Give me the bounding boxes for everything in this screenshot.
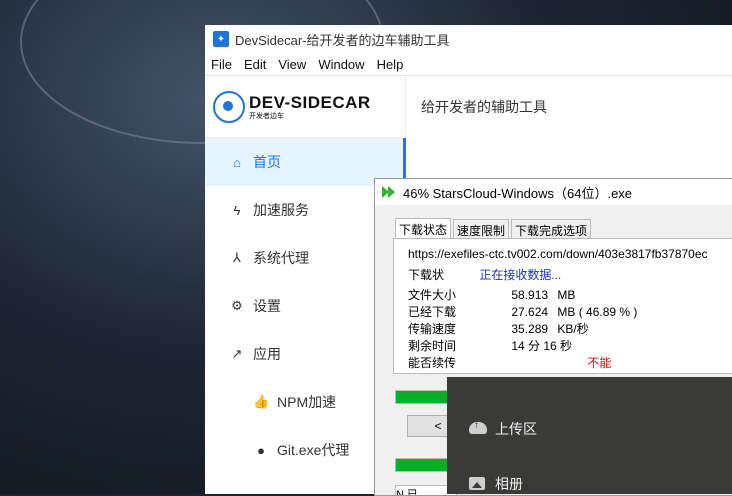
logo-subtitle: 开发者边车 <box>249 112 284 120</box>
sidebar-item-label: 设置 <box>253 298 281 314</box>
download-app-icon <box>381 184 397 200</box>
resume-label: 能否续传 <box>408 356 457 370</box>
rocket-icon: ↗ <box>231 346 243 361</box>
lightning-icon: ϟ <box>233 202 241 218</box>
app-icon: ✦ <box>213 31 229 47</box>
downloaded-label: 已经下载 <box>408 305 457 319</box>
file-size-row: 文件大小 58.913 MB <box>408 286 575 303</box>
downloaded-unit: MB ( 46.89 % ) <box>557 305 638 319</box>
download-title: 46% StarsCloud-Windows（64位）.exe <box>403 185 633 201</box>
status-label: 下载状 <box>408 268 445 282</box>
speed-value: 35.289 <box>511 322 549 336</box>
downloaded-value: 27.624 <box>511 305 549 319</box>
speed-label: 传输速度 <box>408 322 457 336</box>
file-size-unit: MB <box>557 288 576 302</box>
remaining-value: 14 分 16 秒 <box>511 339 573 353</box>
resume-row: 能否续传 不能 <box>408 354 611 371</box>
sidebar-item-label: 首页 <box>253 154 281 170</box>
upload-panel: 上传区 相册 <box>447 377 732 494</box>
menu-file[interactable]: File <box>211 57 232 72</box>
status-row: 下载状 正在接收数据... <box>408 266 561 283</box>
logo-icon <box>213 90 245 123</box>
file-size-label: 文件大小 <box>408 288 457 302</box>
remaining-label: 剩余时间 <box>408 339 457 353</box>
github-icon: ● <box>257 442 265 458</box>
menu-help[interactable]: Help <box>377 57 404 72</box>
network-icon: ⅄ <box>233 250 241 265</box>
speed-row: 传输速度 35.289 KB/秒 <box>408 320 589 337</box>
home-icon: ⌂ <box>233 154 241 170</box>
speed-unit: KB/秒 <box>557 322 589 336</box>
download-url: https://exefiles-ctc.tv002.com/down/403e… <box>408 247 708 261</box>
sidebar-item-label: 应用 <box>253 346 281 362</box>
album-label: 相册 <box>495 476 523 492</box>
downloaded-row: 已经下载 27.624 MB ( 46.89 % ) <box>408 303 637 320</box>
resume-value: 不能 <box>587 356 612 370</box>
sidebar-item-label: Git.exe代理 <box>277 442 350 458</box>
thumbs-up-icon: 👍 <box>253 394 270 409</box>
remaining-row: 剩余时间 14 分 16 秒 <box>408 337 572 354</box>
title-bar: ✦ DevSidecar-给开发者的边车辅助工具 <box>205 25 732 53</box>
download-title-bar: 46% StarsCloud-Windows（64位）.exe <box>375 179 732 205</box>
sidebar-item-label: 系统代理 <box>253 250 309 266</box>
menu-view[interactable]: View <box>278 57 306 72</box>
cloud-upload-icon <box>469 420 487 436</box>
logo-title: DEV-SIDECAR <box>249 92 371 112</box>
menu-bar: File Edit View Window Help <box>205 53 732 75</box>
window-title: DevSidecar-给开发者的边车辅助工具 <box>235 32 450 48</box>
sidebar-item-label: 加速服务 <box>253 202 309 218</box>
status-value: 正在接收数据... <box>479 268 562 282</box>
photo-icon <box>469 477 487 491</box>
file-size-value: 58.913 <box>511 288 549 302</box>
upload-area-label: 上传区 <box>495 421 537 437</box>
tab-download-status[interactable]: 下载状态 <box>395 218 452 240</box>
sidebar-item-label: NPM加速 <box>277 394 337 410</box>
logo: DEV-SIDECAR 开发者边车 <box>205 76 405 138</box>
gear-icon: ⚙ <box>231 298 243 313</box>
upload-area-item[interactable]: 上传区 <box>469 419 537 439</box>
download-status-panel: https://exefiles-ctc.tv002.com/down/403e… <box>393 238 732 374</box>
album-item[interactable]: 相册 <box>469 474 523 494</box>
menu-edit[interactable]: Edit <box>244 57 266 72</box>
menu-window[interactable]: Window <box>318 57 364 72</box>
page-header: 给开发者的辅助工具 <box>421 98 547 115</box>
